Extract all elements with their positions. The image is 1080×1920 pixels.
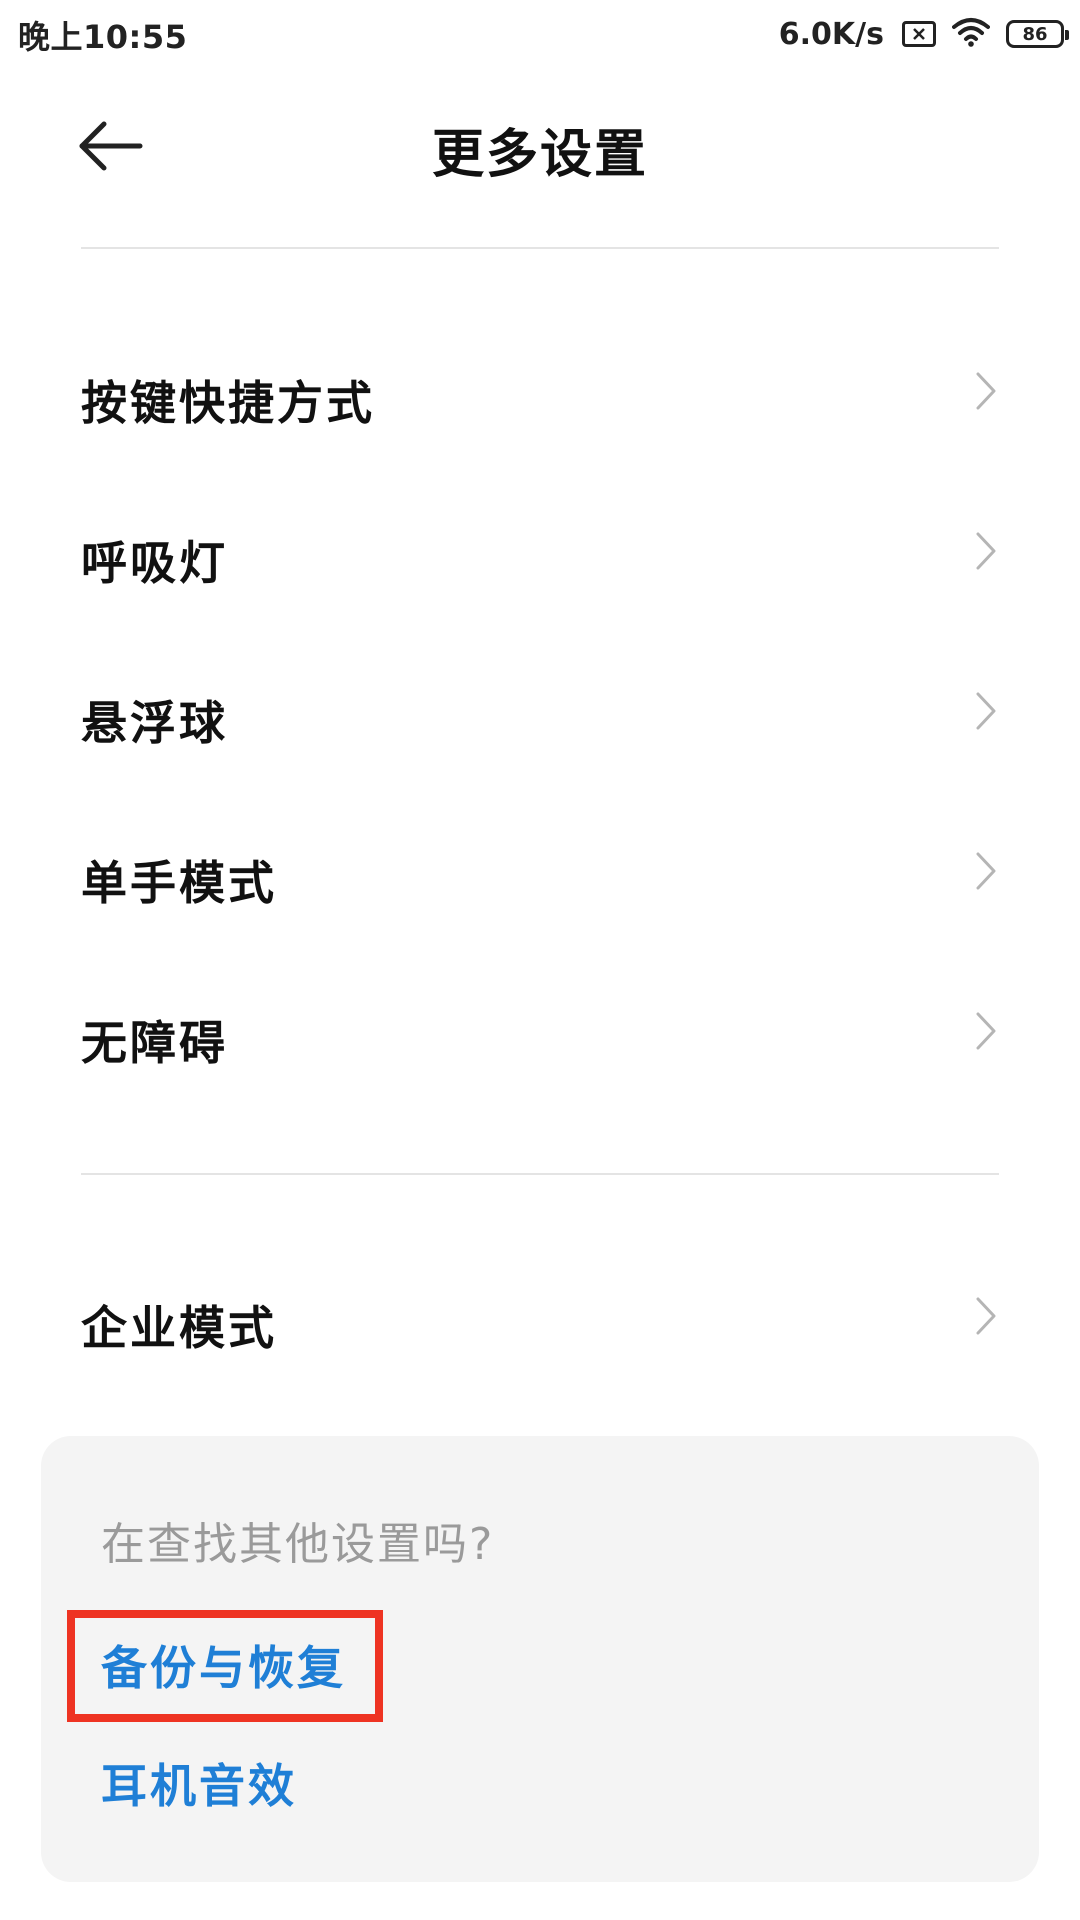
status-icons: 6.0K/s 86 [778, 12, 1069, 56]
suggestion-link-headphone-audio[interactable]: 耳机音效 [101, 1750, 297, 1816]
suggestions-title: 在查找其他设置吗? [101, 1519, 495, 1570]
settings-item-label: 无障碍 [81, 1016, 228, 1070]
network-speed: 6.0K/s [778, 16, 884, 52]
page-title: 更多设置 [431, 125, 648, 185]
battery-icon: 86 [1006, 20, 1069, 48]
chevron-right-icon [976, 1012, 996, 1050]
header: 更多设置 [0, 90, 1080, 200]
suggestions-card: 在查找其他设置吗? 备份与恢复 耳机音效 [41, 1436, 1039, 1882]
settings-item-label: 按键快捷方式 [81, 376, 375, 430]
settings-item-floating-ball[interactable]: 悬浮球 [0, 645, 1080, 775]
settings-item-label: 企业模式 [81, 1301, 277, 1355]
wifi-icon [952, 17, 990, 51]
settings-item-one-handed-mode[interactable]: 单手模式 [0, 805, 1080, 935]
chevron-right-icon [976, 372, 996, 410]
chevron-right-icon [976, 852, 996, 890]
chevron-right-icon [976, 1297, 996, 1335]
settings-item-accessibility[interactable]: 无障碍 [0, 965, 1080, 1095]
settings-item-label: 单手模式 [81, 856, 277, 910]
chevron-right-icon [976, 532, 996, 570]
divider [81, 247, 999, 249]
chevron-right-icon [976, 692, 996, 730]
sim-x-icon [902, 21, 936, 47]
status-bar: 晚上10:55 6.0K/s 86 [0, 0, 1080, 70]
suggestion-link-backup-restore[interactable]: 备份与恢复 [101, 1632, 346, 1698]
settings-item-label: 呼吸灯 [81, 536, 228, 590]
settings-item-breathing-light[interactable]: 呼吸灯 [0, 485, 1080, 615]
status-time: 晚上10:55 [18, 18, 188, 56]
divider [81, 1173, 999, 1175]
settings-item-label: 悬浮球 [81, 696, 228, 750]
settings-item-button-shortcuts[interactable]: 按键快捷方式 [0, 325, 1080, 455]
settings-item-enterprise-mode[interactable]: 企业模式 [0, 1250, 1080, 1380]
